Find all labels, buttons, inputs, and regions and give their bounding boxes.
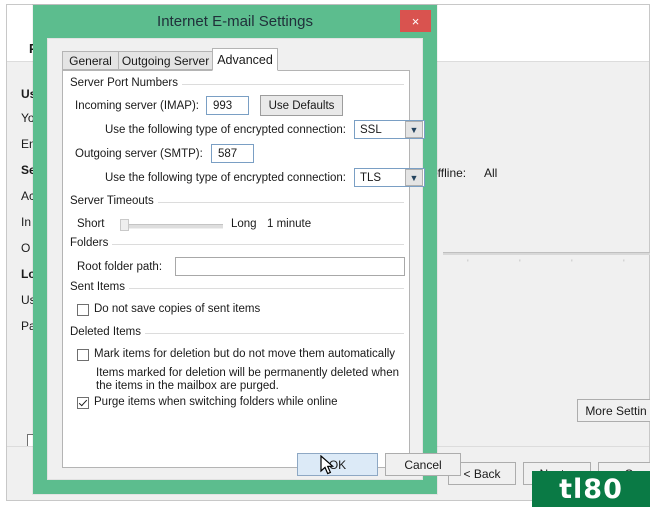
do-not-save-sent-items-label: Do not save copies of sent items	[94, 303, 261, 315]
incoming-port-input[interactable]: 993	[206, 96, 249, 115]
group-title-server-port-numbers: Server Port Numbers	[70, 77, 183, 89]
outgoing-port-input[interactable]: 587	[211, 144, 254, 163]
background-slider-tick-3: '	[571, 258, 573, 268]
chevron-down-icon[interactable]: ▼	[405, 121, 423, 138]
group-title-deleted-items: Deleted Items	[70, 326, 145, 338]
timeout-slider-track[interactable]	[123, 224, 223, 229]
more-settings-button[interactable]: More Settin	[577, 399, 650, 422]
chevron-down-icon-2[interactable]: ▼	[405, 169, 423, 186]
timeout-value-label: 1 minute	[267, 218, 312, 230]
background-slider-track[interactable]	[443, 252, 650, 255]
mark-items-deletion-label: Mark items for deletion but do not move …	[94, 348, 396, 360]
deleted-items-help-line2: the items in the mailbox are purged.	[96, 380, 279, 392]
use-defaults-button[interactable]: Use Defaults	[260, 95, 343, 116]
incoming-encryption-value: SSL	[360, 123, 382, 136]
incoming-encryption-dropdown[interactable]: SSL ▼	[354, 120, 425, 139]
tab-general[interactable]: General	[62, 51, 119, 70]
group-title-folders: Folders	[70, 237, 113, 249]
offline-value: All	[484, 166, 498, 180]
incoming-encryption-label: Use the following type of encrypted conn…	[105, 124, 347, 136]
dialog-body: General Outgoing Server Advanced Server …	[47, 38, 425, 480]
tab-advanced[interactable]: Advanced	[212, 48, 278, 71]
cancel-button[interactable]: Cancel	[385, 453, 461, 476]
purge-items-row[interactable]: Purge items when switching folders while…	[77, 396, 338, 409]
background-slider-tick-4: '	[623, 258, 625, 268]
dialog-title: Internet E-mail Settings	[157, 13, 313, 30]
deleted-items-help-line1: Items marked for deletion will be perman…	[96, 367, 399, 379]
group-title-sent-items: Sent Items	[70, 281, 129, 293]
do-not-save-sent-items-checkbox[interactable]	[77, 304, 89, 316]
outgoing-encryption-value: TLS	[360, 171, 382, 184]
background-label-6: O	[21, 241, 31, 255]
tab-outgoing-server[interactable]: Outgoing Server	[118, 51, 213, 70]
ok-button[interactable]: OK	[297, 453, 378, 476]
root-folder-path-input[interactable]	[175, 257, 405, 276]
timeout-short-label: Short	[77, 218, 105, 230]
timeout-slider-thumb[interactable]	[120, 219, 129, 231]
incoming-server-label: Incoming server (IMAP):	[75, 100, 199, 112]
outgoing-encryption-dropdown[interactable]: TLS ▼	[354, 168, 425, 187]
mark-items-deletion-row[interactable]: Mark items for deletion but do not move …	[77, 348, 395, 361]
mark-items-deletion-checkbox[interactable]	[77, 349, 89, 361]
group-title-server-timeouts: Server Timeouts	[70, 195, 158, 207]
advanced-tab-panel: Server Port Numbers Incoming server (IMA…	[62, 70, 425, 468]
watermark-logo: tl80	[532, 471, 650, 507]
dialog-titlebar: Internet E-mail Settings ×	[33, 5, 437, 38]
outgoing-encryption-label: Use the following type of encrypted conn…	[105, 172, 347, 184]
do-not-save-sent-items-row[interactable]: Do not save copies of sent items	[77, 303, 260, 316]
timeout-long-label: Long	[231, 218, 257, 230]
watermark-text: tl80	[559, 473, 623, 505]
tabstrip: General Outgoing Server Advanced	[62, 48, 410, 71]
background-slider-tick-1: '	[467, 258, 469, 268]
background-slider-tick-2: '	[519, 258, 521, 268]
purge-items-label: Purge items when switching folders while…	[94, 396, 338, 408]
purge-items-checkbox[interactable]	[77, 397, 89, 409]
root-folder-path-label: Root folder path:	[77, 261, 163, 273]
background-label-5: In	[21, 215, 32, 229]
outgoing-server-label: Outgoing server (SMTP):	[75, 148, 203, 160]
close-icon[interactable]: ×	[400, 10, 431, 32]
group-divider-folders	[70, 244, 404, 245]
internet-email-settings-dialog: Internet E-mail Settings × General Outgo…	[33, 5, 461, 494]
